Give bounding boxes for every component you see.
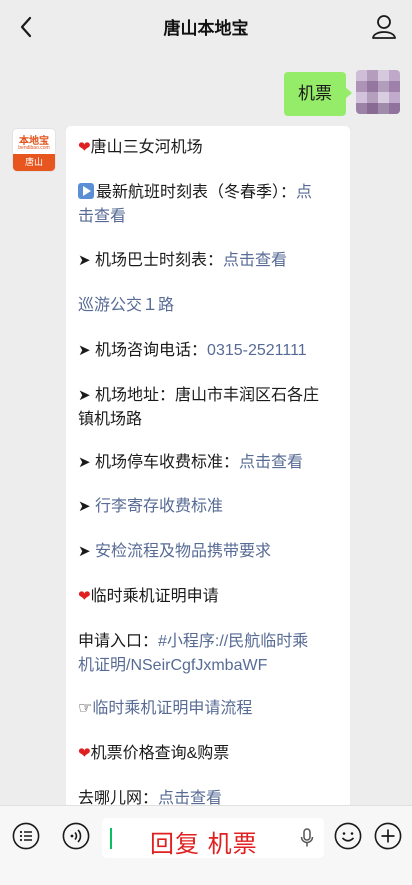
apply-label: 申请入口：	[78, 633, 159, 650]
voice-icon[interactable]	[62, 822, 90, 850]
airport-title-row: ❤唐山三女河机场	[78, 136, 340, 160]
user-message: 机票	[284, 70, 400, 116]
security-row: ➤ 安检流程及物品携带要求	[78, 540, 340, 564]
schedule-link[interactable]: 点	[296, 184, 312, 201]
address-row-cont: 镇机场路	[78, 408, 340, 432]
address-cont: 镇机场路	[78, 411, 143, 428]
schedule-row: 最新航班时刻表（冬春季）：点	[78, 181, 340, 205]
user-message-bubble[interactable]: 机票	[284, 72, 352, 116]
schedule-row-cont: 击查看	[78, 205, 340, 229]
emoji-icon[interactable]	[334, 822, 362, 850]
ticket-title: 机票价格查询&购票	[90, 745, 230, 762]
parking-label: 机场停车收费标准：	[95, 454, 240, 471]
person-icon[interactable]	[370, 13, 398, 41]
apply-row: 申请入口：#小程序://民航临时乘	[78, 630, 340, 654]
tour-bus-row: 巡游公交１路	[78, 294, 340, 318]
chat-title: 唐山本地宝	[163, 19, 249, 38]
user-avatar[interactable]	[356, 70, 400, 114]
arrow-icon: ➤	[78, 252, 91, 269]
heart-icon: ❤	[78, 588, 91, 605]
microphone-icon[interactable]	[300, 828, 314, 848]
menu-list-icon[interactable]	[12, 822, 40, 850]
arrow-icon: ➤	[78, 543, 91, 560]
tour-bus-link[interactable]: 巡游公交１路	[78, 297, 174, 314]
chat-input-bar: 回复 机票	[0, 805, 412, 885]
temp-id-title: 临时乘机证明申请	[90, 588, 219, 605]
bus-label: 机场巴士时刻表：	[95, 252, 224, 269]
phone-link[interactable]: 0315-2521111	[207, 342, 307, 359]
navigation-bar: 唐山本地宝	[0, 0, 412, 54]
phone-row: ➤ 机场咨询电话：0315-2521111	[78, 339, 340, 363]
bus-row: ➤ 机场巴士时刻表：点击查看	[78, 249, 340, 273]
temp-id-title-row: ❤临时乘机证明申请	[78, 585, 340, 609]
schedule-link-cont[interactable]: 击查看	[78, 208, 126, 225]
process-row: ☞临时乘机证明申请流程	[78, 697, 340, 721]
apply-link-cont[interactable]: 机证明/NSeirCgfJxmbaWF	[78, 657, 267, 674]
arrow-icon: ➤	[78, 498, 91, 515]
article-message-bubble: ❤唐山三女河机场 最新航班时刻表（冬春季）：点 击查看 ➤ 机场巴士时刻表：点击…	[66, 126, 350, 846]
luggage-link[interactable]: 行李寄存收费标准	[95, 498, 223, 515]
luggage-row: ➤ 行李寄存收费标准	[78, 495, 340, 519]
schedule-label: 最新航班时刻表（冬春季）：	[96, 184, 297, 201]
heart-icon: ❤	[78, 745, 91, 762]
bus-link[interactable]: 点击查看	[223, 252, 287, 269]
phone-label: 机场咨询电话：	[95, 342, 208, 359]
parking-link[interactable]: 点击查看	[239, 454, 303, 471]
input-text: 回复 机票	[150, 831, 258, 858]
apply-link[interactable]: #小程序://民航临时乘	[158, 633, 308, 650]
apply-row-cont: 机证明/NSeirCgfJxmbaWF	[78, 654, 340, 678]
address-row: ➤ 机场地址：唐山市丰润区石各庄	[78, 384, 340, 408]
arrow-icon: ➤	[78, 342, 91, 359]
arrow-icon: ➤	[78, 387, 91, 404]
process-link[interactable]: 临时乘机证明申请流程	[92, 700, 252, 717]
arrow-icon: ➤	[78, 454, 91, 471]
airport-title: 唐山三女河机场	[90, 139, 203, 156]
bot-logo-url: bendibao.com	[18, 145, 50, 151]
pointing-hand-icon: ☞	[78, 700, 93, 717]
address-label: 机场地址：唐山市丰润区石各庄	[95, 387, 320, 404]
bot-city-label: 唐山	[13, 154, 55, 171]
bot-avatar[interactable]: 本地宝 bendibao.com 唐山	[12, 128, 56, 172]
text-caret	[110, 828, 112, 849]
message-input[interactable]: 回复 机票	[102, 818, 324, 858]
play-icon	[78, 183, 94, 199]
security-link[interactable]: 安检流程及物品携带要求	[95, 543, 271, 560]
parking-row: ➤ 机场停车收费标准：点击查看	[78, 451, 340, 475]
heart-icon: ❤	[78, 139, 91, 156]
ticket-title-row: ❤机票价格查询&购票	[78, 742, 340, 766]
plus-icon[interactable]	[374, 822, 402, 850]
